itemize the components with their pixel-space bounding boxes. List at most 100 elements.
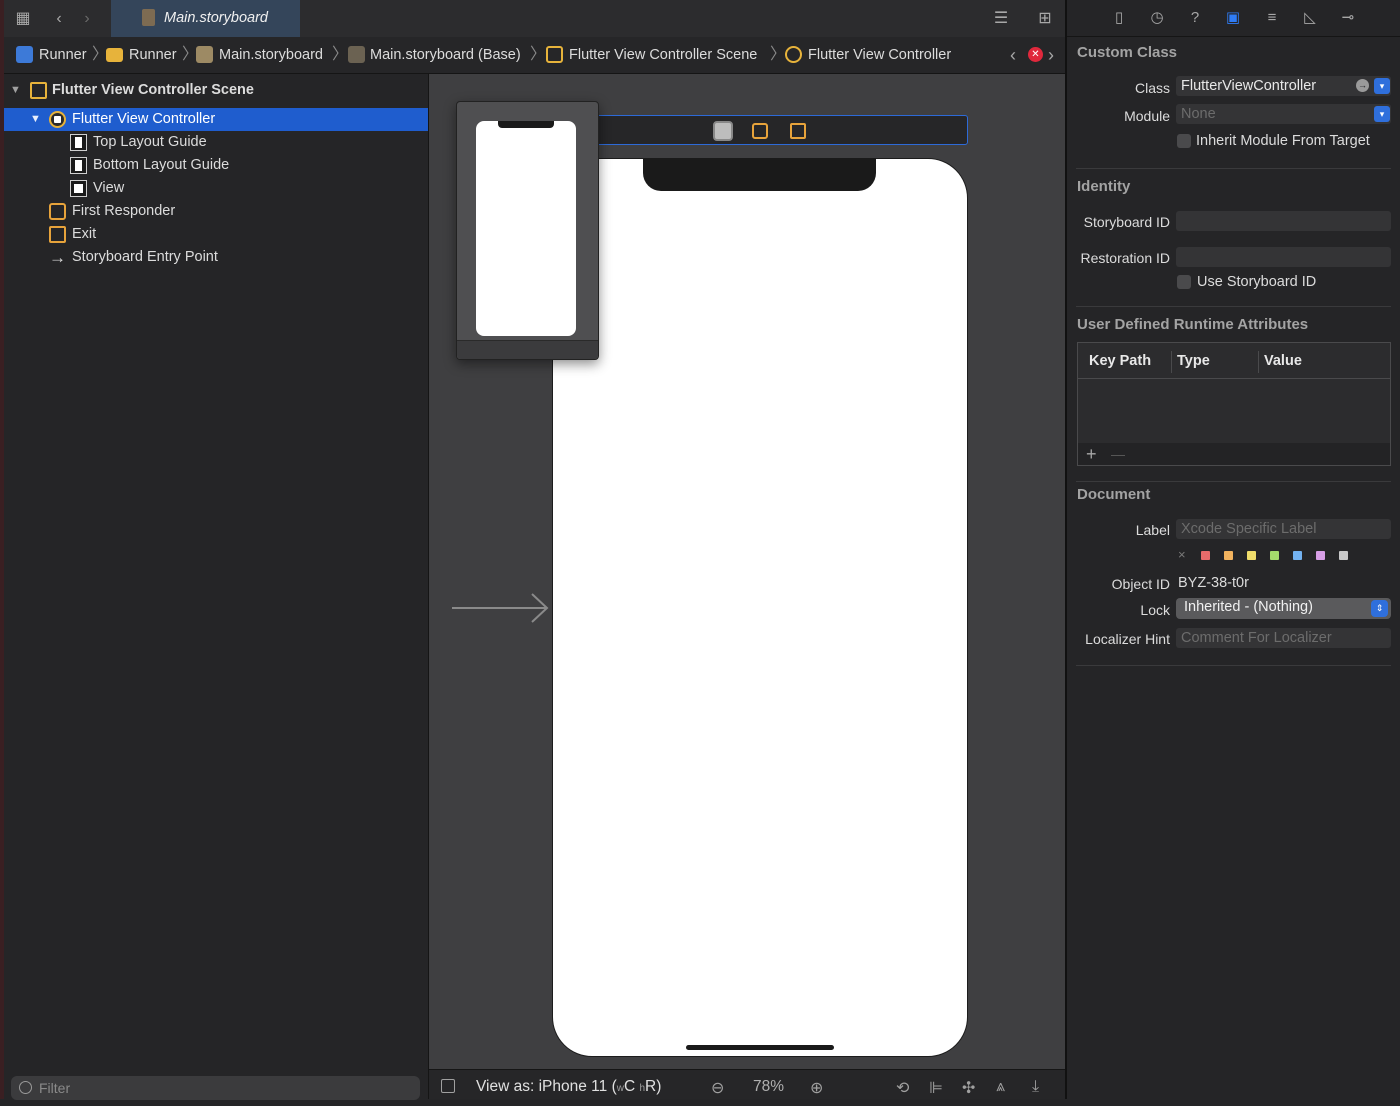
label-color-blue[interactable] [1293,551,1302,560]
outline-label: Exit [72,226,97,242]
connections-inspector-icon[interactable]: ⊸ [1340,10,1356,26]
first-responder-cube-icon[interactable] [752,123,768,139]
label-color-gray[interactable] [1339,551,1348,560]
forward-icon[interactable]: › [76,0,98,37]
label-color-red[interactable] [1201,551,1210,560]
add-constraints-icon[interactable]: ✣ [962,1078,975,1098]
scene-icon [546,46,563,63]
grid-icon[interactable]: ▦ [12,0,34,37]
view-as-button[interactable]: View as: iPhone 11 (wC hR) [476,1070,661,1106]
module-label: Module [1124,108,1170,124]
breadcrumb-item[interactable]: Main.storyboard (Base) [370,37,521,73]
identity-inspector-icon[interactable]: ▣ [1225,10,1241,26]
resolve-issues-icon[interactable]: ⩓ [996,1078,1005,1096]
zoom-out-icon[interactable]: ⊖ [711,1078,724,1098]
editor-options-icon[interactable]: ☰ [988,0,1014,37]
label-placeholder: Xcode Specific Label [1181,521,1317,537]
class-value: FlutterViewController [1181,78,1317,94]
entry-point-arrow-icon[interactable] [452,592,552,624]
exit-icon [49,226,66,243]
storyboard-id-label: Storyboard ID [1083,214,1170,230]
restoration-id-label: Restoration ID [1080,250,1170,266]
filter-placeholder: Filter [39,1080,71,1096]
project-icon [16,46,33,63]
zoom-in-icon[interactable]: ⊕ [810,1078,823,1098]
label-color-green[interactable] [1270,551,1279,560]
size-inspector-icon[interactable]: ◺ [1302,10,1318,26]
history-icon[interactable]: ◷ [1149,10,1165,26]
disclosure-chevron-icon[interactable]: ▼ [10,79,21,102]
add-attribute-button[interactable]: + [1086,443,1097,465]
outline-row-bottom-layout-guide[interactable]: Bottom Layout Guide [4,154,428,177]
folder-icon [106,48,123,62]
breadcrumb-item[interactable]: Flutter View Controller [808,37,951,73]
size-class-w: w [616,1083,624,1094]
breadcrumb-item[interactable]: Runner [39,37,87,73]
outline-row-scene[interactable]: ▼ Flutter View Controller Scene [4,79,428,102]
previous-issue-icon[interactable]: ‹ [1010,37,1016,73]
editor-tab-bar: ▦ ‹ › Main.storyboard ☰ ⊞ [4,0,1065,38]
label-color-yellow[interactable] [1247,551,1256,560]
clear-label-color-icon[interactable]: × [1178,547,1186,562]
column-header-key-path[interactable]: Key Path [1089,353,1151,369]
scene-dock[interactable] [594,115,968,145]
outline-row-first-responder[interactable]: First Responder [4,200,428,223]
next-issue-icon[interactable]: › [1048,37,1054,73]
tab-main-storyboard[interactable]: Main.storyboard [111,0,300,37]
label-color-orange[interactable] [1224,551,1233,560]
restoration-id-field[interactable] [1176,247,1391,267]
localizer-hint-field[interactable]: Comment For Localizer [1176,628,1391,648]
outline-toggle-icon[interactable] [441,1079,455,1093]
class-dropdown-icon[interactable]: ▾ [1374,78,1390,94]
disclosure-chevron-icon[interactable]: ▼ [30,108,41,131]
attributes-inspector-icon[interactable]: ≡ [1264,10,1280,26]
label-field[interactable]: Xcode Specific Label [1176,519,1391,539]
runtime-attributes-table[interactable]: Key Path Type Value + — [1077,342,1391,466]
object-id-value: BYZ-38-t0r [1178,575,1249,591]
breadcrumb-item[interactable]: Runner [129,37,177,73]
outline-row-view-controller[interactable]: ▼ Flutter View Controller [4,108,428,131]
view-controller-icon [49,111,66,128]
update-frames-icon[interactable]: ⟲ [896,1078,909,1098]
size-class-r: R [645,1078,657,1095]
align-icon[interactable]: ⊫ [929,1078,943,1098]
inherit-module-checkbox[interactable] [1177,134,1191,148]
module-placeholder: None [1181,106,1216,122]
outline-row-top-layout-guide[interactable]: Top Layout Guide [4,131,428,154]
storyboard-file-icon [142,9,155,26]
lock-popup[interactable]: Inherited - (Nothing) ⇕ [1176,598,1391,619]
outline-label: Storyboard Entry Point [72,249,218,265]
module-dropdown-icon[interactable]: ▾ [1374,106,1390,122]
minimap-phone [476,121,576,336]
storyboard-id-field[interactable] [1176,211,1391,231]
exit-icon[interactable] [790,123,806,139]
help-icon[interactable]: ? [1187,10,1203,26]
embed-in-icon[interactable]: ⤓ [1032,1078,1039,1096]
module-field[interactable]: None ▾ [1176,104,1391,124]
back-icon[interactable]: ‹ [48,0,70,37]
view-as-label: View as: iPhone 11 ( [476,1078,617,1095]
outline-row-view[interactable]: View [4,177,428,200]
breadcrumb-item[interactable]: Flutter View Controller Scene [569,37,757,73]
error-icon[interactable]: ✕ [1028,47,1043,62]
use-storyboard-id-label: Use Storyboard ID [1197,274,1317,290]
outline-filter-field[interactable]: Filter [11,1076,420,1100]
add-editor-icon[interactable]: ⊞ [1034,0,1056,37]
go-to-class-icon[interactable]: → [1356,79,1369,92]
inherit-module-label: Inherit Module From Target [1196,133,1370,149]
entry-point-arrow-icon: → [49,248,66,267]
section-title-identity: Identity [1077,178,1131,195]
column-header-type[interactable]: Type [1177,353,1210,369]
label-color-purple[interactable] [1316,551,1325,560]
file-inspector-icon[interactable]: ▯ [1111,10,1127,26]
breadcrumb-item[interactable]: Main.storyboard [219,37,323,73]
column-header-value[interactable]: Value [1264,353,1302,369]
localizer-hint-label: Localizer Hint [1085,631,1170,647]
class-field[interactable]: FlutterViewController → ▾ [1176,76,1391,96]
outline-row-entry-point[interactable]: → Storyboard Entry Point [4,246,428,269]
remove-attribute-button[interactable]: — [1111,443,1125,465]
outline-row-exit[interactable]: Exit [4,223,428,246]
view-controller-icon[interactable] [713,121,733,141]
use-storyboard-id-checkbox[interactable] [1177,275,1191,289]
iphone-frame[interactable] [552,158,968,1057]
